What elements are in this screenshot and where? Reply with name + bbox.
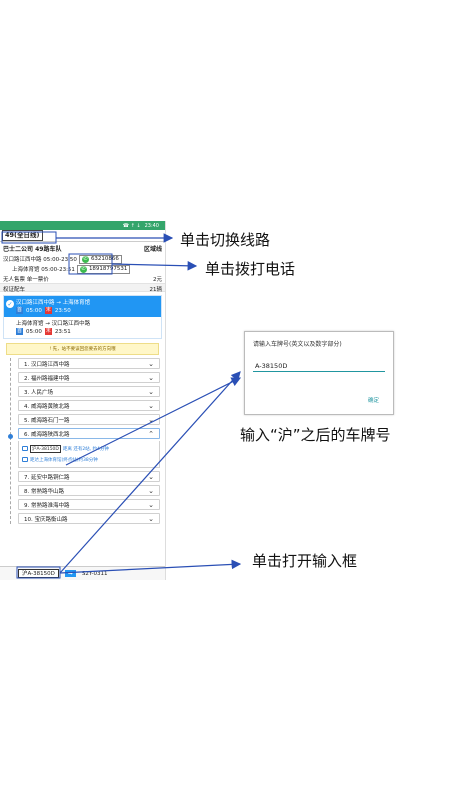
stop-name: 7. 延安中路铜仁路 [24,474,70,481]
bus-icon [22,446,28,451]
terminal-row: 上海体育馆 05:00-23:51 ✆ 18918797531 [0,264,165,274]
phone-number: 18918797531 [88,266,128,272]
chevron-down-icon: ⌄ [148,486,154,495]
arrival-eta: 距离 还有2站, 约4分钟 [62,446,109,452]
phone-icon: ✆ [79,265,87,273]
last-bus-badge: 末 [44,328,52,335]
list-item[interactable]: 1. 汉口路江西中路 ⌄ [18,358,160,369]
list-item-expanded[interactable]: 6. 威海路陕西北路 ⌃ [18,428,160,439]
annotation-enter-plate: 输入“沪”之后的车牌号 [240,426,391,444]
arrival-info: 沪A-38150D 距离 还有2站, 约4分钟 距达上海体育馆(终点站)约38分… [18,441,160,468]
dialog-title: 请输入车牌号(英文以及数字部分) [253,341,342,348]
stop-name: 5. 威海路石门一路 [24,417,70,424]
direction-current-label: 汉口路江西中路 → 上海体育馆 [16,300,91,306]
arrival-terminal-eta: 距达上海体育馆(终点站)约38分钟 [30,457,98,463]
list-item[interactable]: 5. 威海路石门一路 ⌄ [18,414,160,425]
ok-button[interactable]: 确定 [368,396,379,404]
terminal-text: 上海体育馆 05:00-23:51 [12,267,75,273]
stop-name: 4. 威海路黄陂北路 [24,403,70,410]
fare-label: 无人售票 单一票价 [3,277,49,283]
check-icon: ✓ [6,300,14,308]
direction-current[interactable]: ✓ 汉口路江西中路 → 上海体育馆 首 05:00 末 23:50 [4,296,161,317]
call-button[interactable]: ✆ 63210866 [78,254,122,264]
annotation-switch-route: 单击切换线路 [180,231,271,249]
stop-name: 10. 宝庆路衡山路 [24,516,68,523]
list-item[interactable]: 4. 威海路黄陂北路 ⌄ [18,400,160,411]
next-plate: S2Y-0311 [81,570,108,577]
direction-card: ✓ 汉口路江西中路 → 上海体育馆 首 05:00 末 23:50 上海体育馆 … [3,295,162,339]
annotation-dial-phone: 单击拨打电话 [205,260,296,278]
vehicle-count-label: 权证配车 [3,287,26,293]
plate-input-button[interactable]: 沪A-38150D [18,569,59,578]
route-line [10,358,11,524]
plate-input-dialog: 请输入车牌号(英文以及数字部分) A-38150D 确定 [244,331,394,415]
list-item[interactable]: 8. 常熟路华山路 ⌄ [18,485,160,496]
call-button[interactable]: ✆ 18918797531 [76,264,131,274]
phone-number: 63210866 [90,256,119,262]
last-bus-time: 23:50 [54,307,71,314]
route-name[interactable]: 49(全日线) [2,230,43,241]
fare-value: 2元 [153,277,162,283]
chevron-down-icon: ⌄ [148,401,154,410]
chevron-down-icon: ⌄ [148,415,154,424]
vehicle-count-row: 权证配车 21辆 [0,283,165,293]
plate-field[interactable]: A-38150D [253,362,385,372]
direction-other-label: 上海体育馆 → 汉口路江西中路 [16,321,91,327]
status-time: 23:40 [144,222,159,229]
chevron-up-icon: ⌃ [148,429,154,438]
chevron-down-icon: ⌄ [148,387,154,396]
list-item[interactable]: 3. 人民广场 ⌄ [18,386,160,397]
terminal-row: 汉口路江西中路 05:00-23:50 ✆ 63210866 [0,254,165,264]
last-bus-time: 23:51 [54,328,71,335]
app-screenshot: ☎ ↑ ↓ 23:40 49(全日线) 巴士二公司 49路车队 区域线 汉口路江… [0,221,166,580]
annotation-open-input: 单击打开输入框 [252,552,358,570]
first-bus-badge: 首 [16,307,23,314]
list-item[interactable]: 2. 福州路福建中路 ⌄ [18,372,160,383]
stop-list: 1. 汉口路江西中路 ⌄ 2. 福州路福建中路 ⌄ 3. 人民广场 ⌄ 4. 威海路黄… [0,358,165,524]
arrival-plate: 沪A-38150D [30,444,61,453]
stop-name: 6. 威海路陕西北路 [24,431,70,438]
phone-icon: ✆ [81,255,89,263]
list-item[interactable]: 10. 宝庆路衡山路 ⌄ [18,513,160,524]
current-stop-dot [8,434,13,439]
first-bus-time: 05:00 [26,328,42,335]
stop-name: 1. 汉口路江西中路 [24,361,70,368]
vehicle-count-value: 21辆 [149,287,163,293]
chevron-down-icon: ⌄ [148,359,154,368]
chevron-down-icon: ⌄ [148,514,154,523]
stop-name: 9. 常熟路淮海中路 [24,502,70,509]
first-bus-time: 05:00 [26,307,42,314]
bus-icon [22,457,28,462]
chevron-down-icon: ⌄ [148,373,154,382]
fare-row: 无人售票 单一票价 2元 [0,274,165,283]
direction-other[interactable]: 上海体育馆 → 汉口路江西中路 首 05:00 末 23:51 [4,317,161,338]
last-bus-badge: 末 [44,307,52,314]
arrow-right-icon: ➡ [64,570,76,577]
list-item[interactable]: 9. 常熟路淮海中路 ⌄ [18,499,160,510]
company-name: 巴士二公司 49路车队 [3,246,62,253]
route-selector[interactable]: 49(全日线) [0,230,165,242]
company-row: 巴士二公司 49路车队 区域线 [0,242,165,254]
chevron-down-icon: ⌄ [148,500,154,509]
tip-banner: ! 先，站不要误回您要去的方向哦 [6,343,159,355]
stop-name: 2. 福州路福建中路 [24,375,70,382]
chevron-down-icon: ⌄ [148,472,154,481]
bottom-bar: 沪A-38150D ➡ S2Y-0311 [0,566,165,580]
stop-name: 8. 常熟路华山路 [24,488,64,495]
status-bar: ☎ ↑ ↓ 23:40 [0,221,165,230]
route-type: 区域线 [143,246,162,253]
stop-name: 3. 人民广场 [24,389,53,396]
terminal-text: 汉口路江西中路 05:00-23:50 [3,257,77,263]
status-icons: ☎ ↑ ↓ [122,222,141,229]
list-item[interactable]: 7. 延安中路铜仁路 ⌄ [18,471,160,482]
first-bus-badge: 首 [16,328,23,335]
